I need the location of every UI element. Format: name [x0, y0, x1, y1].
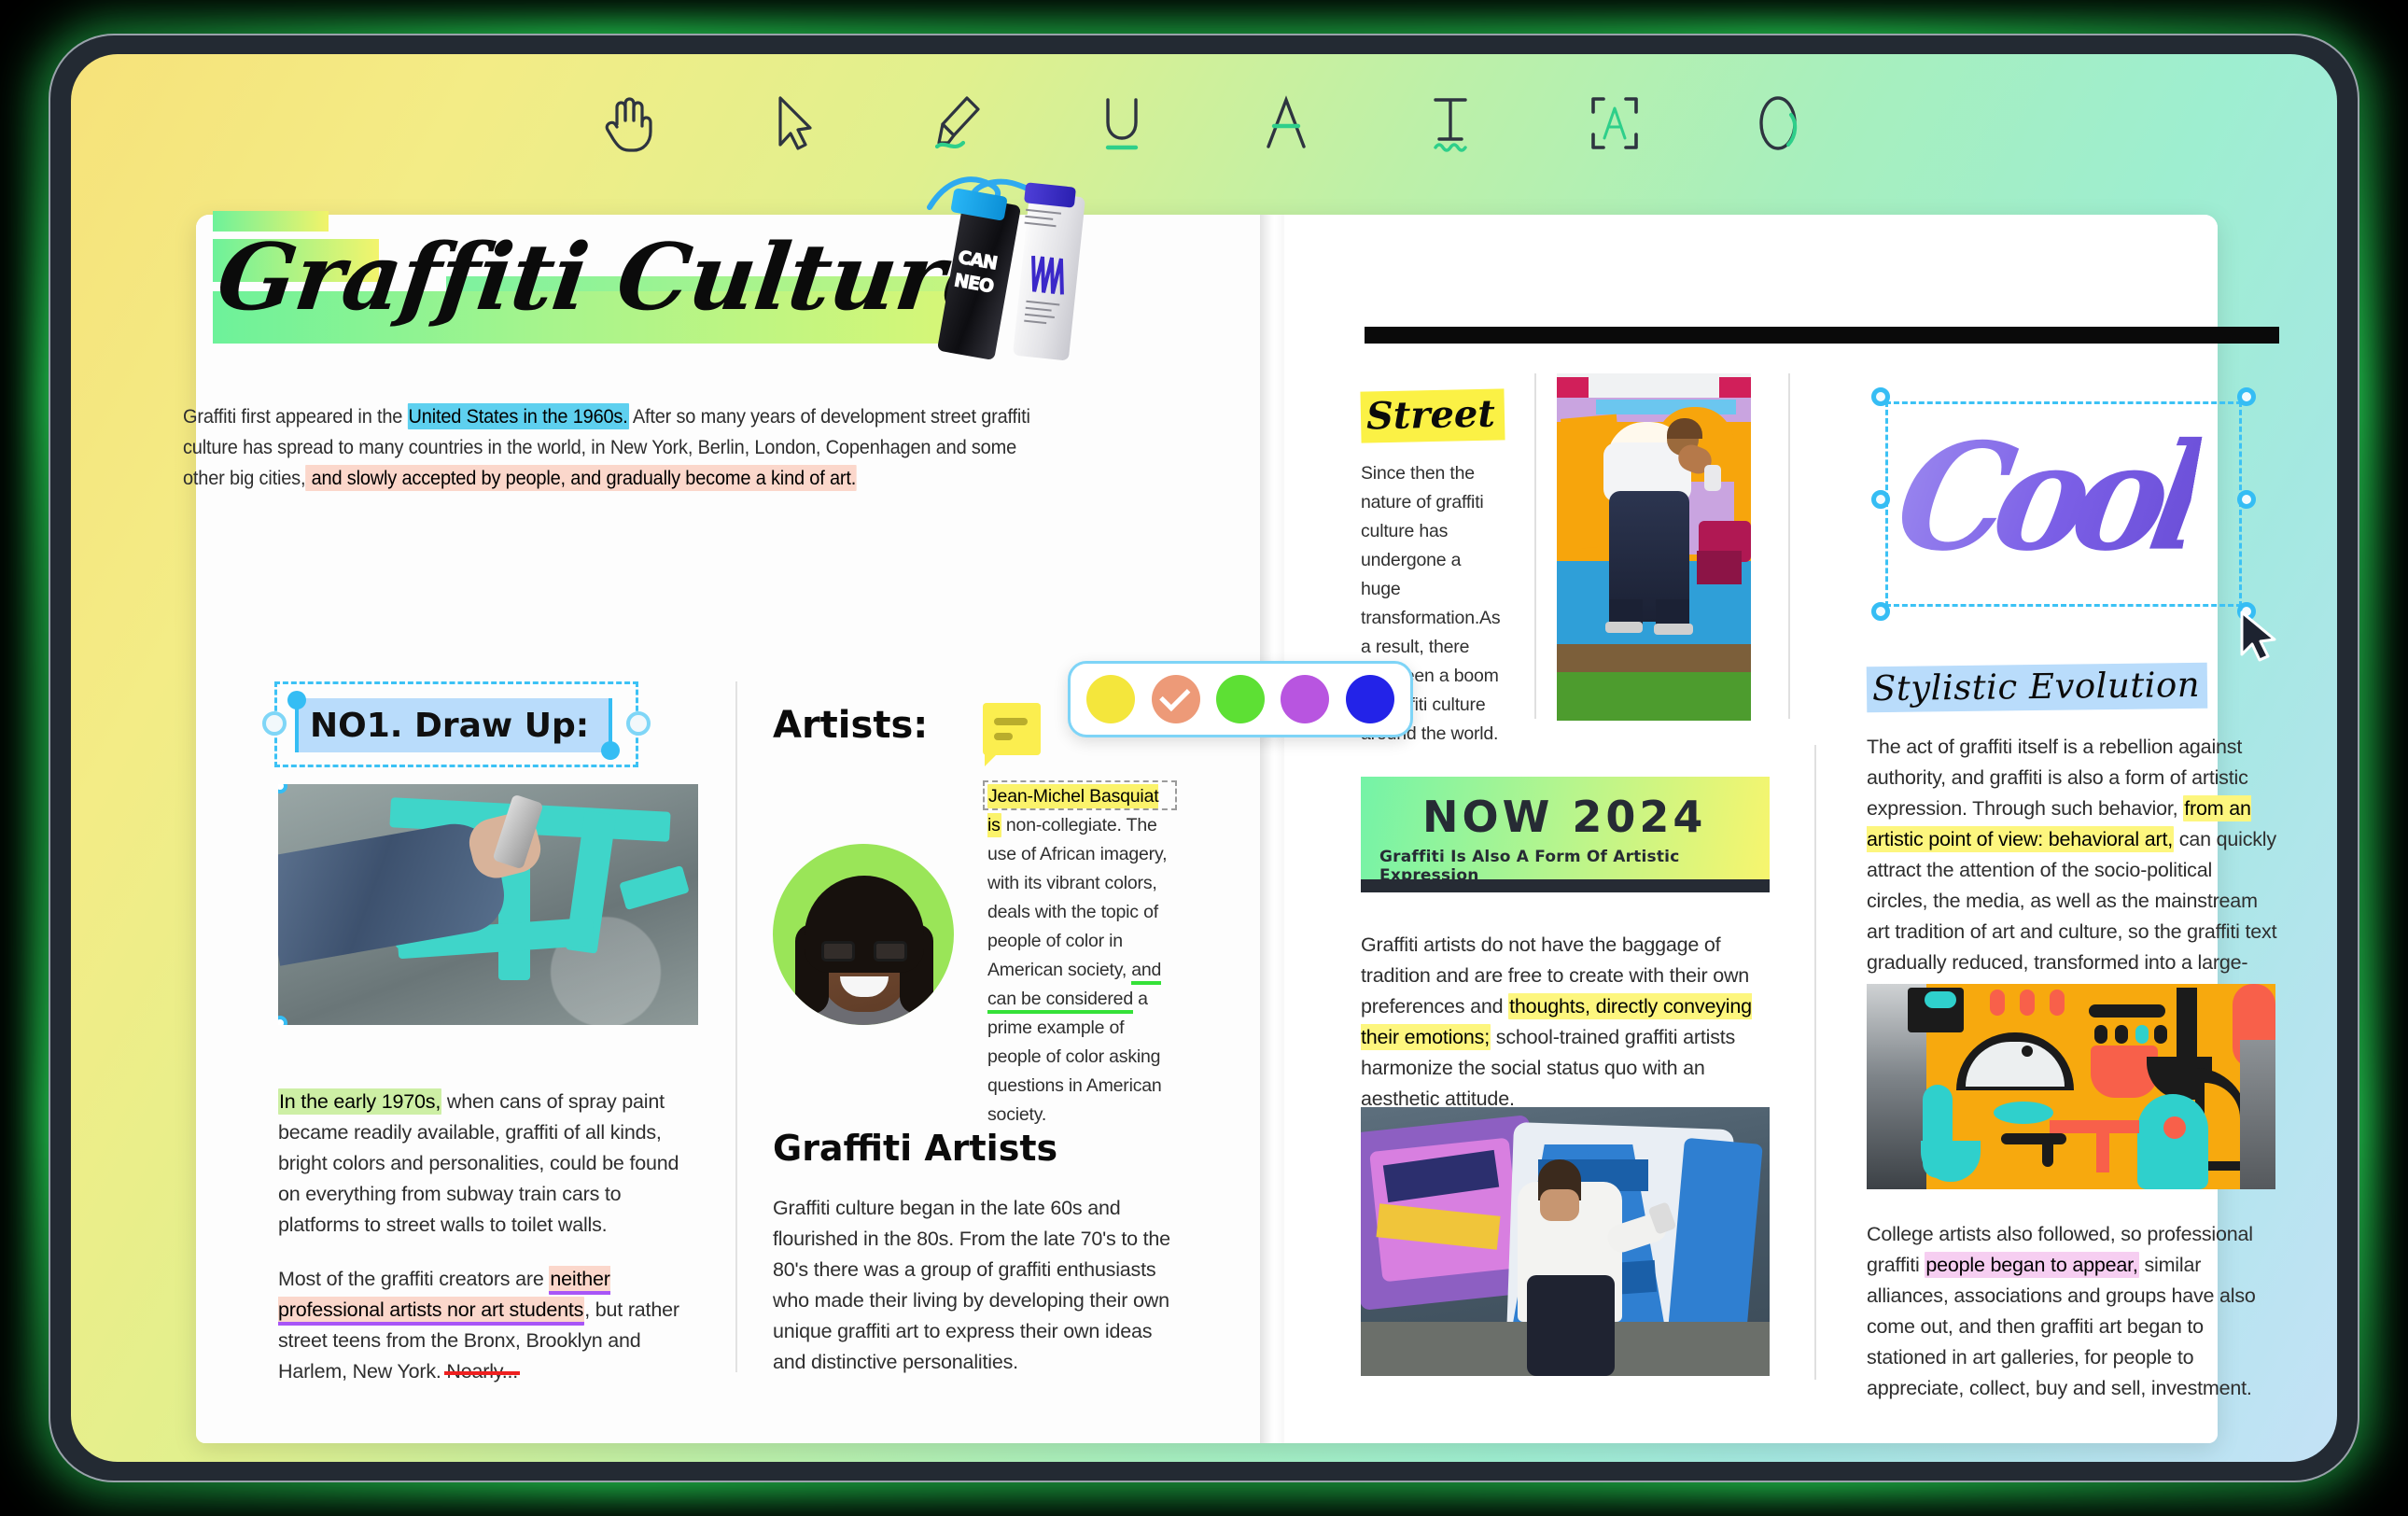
right-column-divider-2 [1788, 373, 1790, 719]
strikethrough-text[interactable]: Nearly... [446, 1360, 518, 1383]
resize-handle-tr[interactable] [2237, 387, 2256, 406]
stylistic-paragraph: The act of graffiti itself is a rebellio… [1867, 732, 2277, 1009]
resize-handle-mr[interactable] [2237, 490, 2256, 509]
graffiti-artists-heading: Graffiti Artists [773, 1128, 1058, 1169]
artist-paragraph: Jean-Michel Basquiat is non-collegiate. … [987, 782, 1174, 1130]
title-block: Graffiti Culture CAN NEO [179, 176, 1113, 372]
comment-bubble-icon[interactable] [983, 703, 1041, 766]
text-tool[interactable] [1410, 83, 1491, 163]
column-divider [735, 681, 737, 1372]
right-column-divider-1 [1534, 373, 1536, 719]
color-swatch-purple[interactable] [1281, 675, 1330, 723]
highlight-green[interactable]: In the early 1970s, [278, 1088, 442, 1115]
body-paragraph-2: Most of the graffiti creators are neithe… [278, 1264, 707, 1387]
spray-can-label: CAN NEO [952, 246, 999, 298]
color-swatch-yellow[interactable] [1086, 675, 1136, 723]
now-banner: NOW 2024 Graffiti Is Also A Form Of Arti… [1361, 777, 1770, 879]
avatar [773, 844, 954, 1025]
graffiti-artists-paragraph: Graffiti culture began in the late 60s a… [773, 1197, 1170, 1373]
college-paragraph: College artists also followed, so profes… [1867, 1219, 2275, 1404]
selection-handle-left[interactable] [262, 711, 287, 736]
resize-handle-bl[interactable] [1871, 602, 1890, 621]
hand-tool[interactable] [589, 83, 669, 163]
intro-text-1: Graffiti first appeared in the [183, 405, 408, 428]
draw-up-highlight-chip[interactable]: NO1. Draw Up: [295, 698, 612, 752]
resize-handle-tl[interactable] [1871, 387, 1890, 406]
underline-tool[interactable] [1082, 83, 1162, 163]
stylistic-evolution-heading: Stylistic Evolution [1866, 662, 2208, 713]
color-swatch-blue[interactable] [1345, 675, 1394, 723]
spray-can-scribble [1031, 255, 1064, 295]
cool-graffiti-tag: Cool [1883, 395, 2210, 601]
intro-paragraph: Graffiti first appeared in the United St… [183, 401, 1059, 494]
highlight-pink[interactable]: and slowly accepted by people, and gradu… [305, 465, 858, 491]
section-heading: NO1. Draw Up: [310, 706, 590, 745]
graffiti-wall-photo[interactable] [1361, 1107, 1770, 1376]
street-artist-photo[interactable] [1557, 373, 1751, 721]
now-banner-title: NOW 2024 [1422, 792, 1707, 842]
draw-up-selection[interactable]: NO1. Draw Up: [262, 681, 651, 767]
resize-handle-ml[interactable] [1871, 490, 1890, 509]
color-swatch-salmon-selected[interactable] [1151, 675, 1200, 723]
right-page-top-rule [1365, 327, 2279, 344]
body-paragraph-1: In the early 1970s, when cans of spray p… [278, 1087, 698, 1241]
selection-handle-right[interactable] [626, 711, 651, 736]
spray-cans-illustration: CAN NEO [927, 176, 1131, 373]
mouse-cursor-icon [2240, 611, 2276, 662]
artist-text-1: non-collegiate. The use of African image… [987, 815, 1168, 980]
color-picker-popup[interactable] [1068, 661, 1413, 737]
artists-heading: Artists: [773, 704, 929, 747]
graffiti-hand-photo[interactable] [278, 784, 698, 1025]
color-swatch-green[interactable] [1215, 675, 1265, 723]
now-banner-bottom-rule [1361, 879, 1770, 892]
selection-handle-start[interactable] [287, 691, 306, 709]
cool-tag-selection[interactable]: Cool [1871, 387, 2256, 621]
street-heading: Street [1360, 388, 1505, 443]
strikethrough-tool[interactable] [1246, 83, 1326, 163]
toolbar [71, 54, 2337, 192]
page-gutter [1260, 215, 1284, 1443]
highlight-cyan[interactable]: United States in the 1960s. [407, 403, 629, 429]
select-tool[interactable] [753, 83, 833, 163]
eraser-tool[interactable] [1739, 83, 1819, 163]
now-paragraph: Graffiti artists do not have the baggage… [1361, 930, 1760, 1115]
selection-handle-end[interactable] [601, 741, 620, 760]
cartoon-mural-photo[interactable] [1867, 984, 2275, 1189]
right-column-divider-3 [1814, 745, 1816, 1380]
stylistic-text-2: can quickly attract the attention of the… [1867, 828, 2277, 1004]
spray-can-text-lines [1024, 208, 1067, 232]
page-title: Graffiti Culture [211, 224, 1008, 331]
highlight-violet[interactable]: people began to appear, [1925, 1252, 2139, 1278]
body-2-lead: Most of the graffiti creators are [278, 1268, 550, 1290]
spray-can-text-lines-2 [1024, 300, 1068, 330]
device-screen: Graffiti Culture CAN NEO Graffiti first … [71, 54, 2337, 1462]
area-select-tool[interactable] [1575, 83, 1655, 163]
highlighter-tool[interactable] [917, 83, 998, 163]
now-banner-subtitle: Graffiti Is Also A Form Of Artistic Expr… [1379, 848, 1680, 879]
